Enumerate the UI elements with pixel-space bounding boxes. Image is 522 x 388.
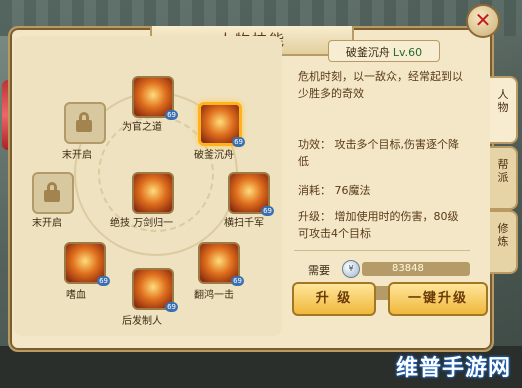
one-key-upgrade-label: 一键升级 (407, 291, 468, 306)
skill-cost: 消耗： 76魔法 (298, 184, 371, 197)
skill-icon-pofuchenzhou[interactable]: 69 (198, 102, 245, 147)
skill-wheel: 69 为官之道 69 破釜沉舟 69 横扫千军 69 翻鸿一击 69 后发制人 … (14, 36, 282, 336)
site-watermark: 维普手游网 (396, 356, 512, 381)
upgrade-button[interactable]: 升 级 (292, 282, 376, 316)
skill-name-box: 破釜沉舟 Lv.60 (328, 40, 440, 62)
skill-level-badge: 69 (165, 302, 178, 312)
skill-upgrade-info: 升级： 增加使用时的伤害，80级可攻击4个目标 (298, 210, 459, 240)
skill-icon-shixue[interactable]: 69 (64, 242, 110, 286)
tab-label: 人物 (497, 88, 509, 114)
skill-name: 破釜沉舟 (345, 46, 390, 59)
skill-label: 为官之道 (122, 122, 162, 133)
close-button[interactable]: ✕ (466, 4, 500, 38)
tab-label: 帮派 (497, 158, 509, 184)
required-label: 需要 (308, 264, 330, 277)
skill-icon-fanhongyiji[interactable]: 69 (198, 242, 244, 286)
skill-description: 危机时刻，以一敌众，经常起到以少胜多的奇效 (298, 70, 463, 100)
skill-icon-hengsaoqianjun[interactable]: 69 (228, 172, 274, 216)
skill-label: 末开启 (62, 150, 92, 161)
tab-cultivation[interactable]: 修炼 (490, 210, 518, 274)
skill-icon-wanjianguiyi[interactable] (132, 172, 174, 214)
skill-level-badge: 69 (231, 276, 244, 286)
tab-label: 修炼 (497, 222, 509, 248)
required-value-bar: 83848 (362, 262, 470, 276)
skill-label: 后发制人 (122, 316, 162, 327)
skill-effect: 功效： 攻击多个目标,伤害逐个降低 (298, 138, 459, 168)
skill-level: Lv.60 (392, 46, 423, 59)
skill-level-badge: 69 (232, 137, 245, 147)
skill-label: 破釜沉舟 (194, 150, 234, 161)
skill-level-badge: 69 (97, 276, 110, 286)
skill-level-badge: 69 (165, 110, 178, 120)
tab-guild[interactable]: 帮派 (490, 146, 518, 210)
skill-label: 翻鸿一击 (194, 290, 234, 301)
tab-character[interactable]: 人物 (490, 76, 518, 144)
skill-icon-weiguanzhidao[interactable]: 69 (132, 76, 178, 120)
skill-label: 绝技 万剑归一 (110, 218, 174, 229)
upgrade-button-label: 升 级 (315, 291, 353, 306)
required-value: 83848 (392, 263, 424, 274)
locked-skill-slot[interactable] (32, 172, 74, 214)
silver-coin-icon: ¥ (342, 260, 360, 278)
skill-label: 横扫千军 (224, 218, 264, 229)
required-row: 需要 ¥ 83848 (308, 260, 470, 278)
skill-icon-houfazhiren[interactable]: 69 (132, 268, 178, 312)
lock-icon (76, 112, 92, 132)
one-key-upgrade-button[interactable]: 一键升级 (388, 282, 488, 316)
skill-label: 末开启 (32, 218, 62, 229)
locked-skill-slot[interactable] (64, 102, 106, 144)
skill-label: 嗜血 (66, 290, 86, 301)
divider (294, 250, 470, 251)
lock-icon (44, 182, 60, 202)
